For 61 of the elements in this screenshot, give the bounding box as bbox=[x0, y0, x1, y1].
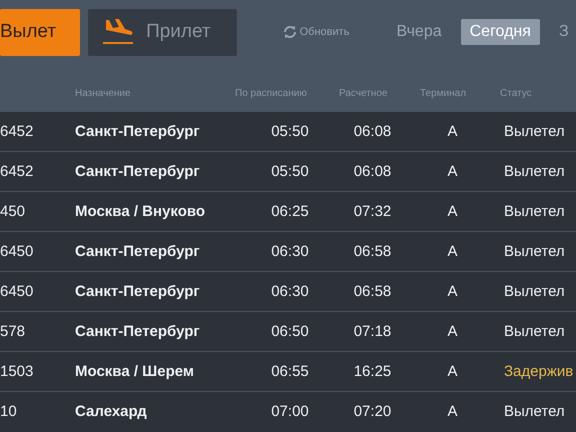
status-cell-text: Вылетел bbox=[503, 283, 566, 300]
estimated-time: 07:20 bbox=[352, 403, 392, 420]
day-tab[interactable]: З bbox=[550, 19, 576, 46]
estimated-time: 06:58 bbox=[352, 283, 392, 300]
flight-number: 10 bbox=[0, 403, 18, 420]
terminal-cell-text: A bbox=[446, 123, 458, 140]
destination-cell-text: Санкт-Петербург bbox=[75, 243, 201, 260]
day-tab[interactable]: Вчера bbox=[387, 19, 451, 46]
destination-cell-text: Санкт-Петербург bbox=[75, 283, 201, 300]
terminal-cell-text: A bbox=[446, 283, 458, 300]
destination-cell-text: Москва / Внуково bbox=[75, 203, 206, 220]
status-cell-text: Вылетел bbox=[503, 323, 566, 340]
estimated-time: 06:08 bbox=[352, 163, 392, 180]
scheduled-time: 05:50 bbox=[270, 123, 310, 140]
destination-cell-text: Санкт-Петербург bbox=[75, 323, 201, 340]
terminal-cell-text: A bbox=[446, 323, 458, 340]
flight-number: 6452 bbox=[0, 123, 34, 140]
status-cell-text: Вылетел bbox=[503, 123, 566, 140]
scheduled-time: 06:50 bbox=[270, 323, 310, 340]
column-header: Статус bbox=[500, 88, 533, 99]
flight-number: 1503 bbox=[0, 363, 34, 380]
scheduled-time: 06:55 bbox=[270, 363, 310, 380]
scheduled-time: 06:25 bbox=[270, 203, 310, 220]
status-cell-text: Вылетел bbox=[503, 403, 566, 420]
status-cell-text: Вылетел bbox=[503, 163, 566, 180]
flight-number: 6452 bbox=[0, 163, 34, 180]
scheduled-time: 06:30 bbox=[270, 243, 310, 260]
terminal-cell-text: A bbox=[446, 403, 458, 420]
direction-tab[interactable]: Прилет bbox=[88, 8, 237, 56]
flight-number: 6450 bbox=[0, 283, 34, 300]
scheduled-time: 06:30 bbox=[270, 283, 310, 300]
destination-cell-text: Санкт-Петербург bbox=[75, 163, 201, 180]
terminal-cell-text: A bbox=[446, 163, 458, 180]
estimated-time: 07:32 bbox=[352, 203, 392, 220]
refresh-icon bbox=[282, 25, 297, 40]
status-cell-text: Вылетел bbox=[503, 203, 566, 220]
column-header: Расчетное bbox=[339, 88, 388, 99]
refresh-button[interactable]: Обновить bbox=[282, 25, 350, 40]
column-header: Терминал bbox=[420, 88, 468, 99]
plane-icon bbox=[102, 18, 134, 46]
direction-tab[interactable]: Вылет bbox=[0, 8, 80, 56]
flight-number: 578 bbox=[0, 323, 26, 340]
flight-number: 6450 bbox=[0, 243, 34, 260]
terminal-cell-text: A bbox=[446, 203, 458, 220]
flight-number: 450 bbox=[0, 203, 26, 220]
destination-cell-text: Салехард bbox=[75, 403, 148, 420]
terminal-cell-text: A bbox=[446, 243, 458, 260]
destination-cell-text: Москва / Шерем bbox=[75, 363, 195, 380]
day-tab[interactable]: Сегодня bbox=[460, 19, 540, 46]
status-cell-text: Вылетел bbox=[503, 243, 566, 260]
terminal-cell-text: A bbox=[446, 363, 458, 380]
estimated-time: 06:08 bbox=[352, 123, 392, 140]
estimated-time: 16:25 bbox=[352, 363, 392, 380]
column-header: По расписанию bbox=[235, 88, 308, 99]
destination-cell-text: Санкт-Петербург bbox=[75, 123, 201, 140]
scheduled-time: 07:00 bbox=[270, 403, 310, 420]
status-cell-text: Задержив bbox=[503, 363, 574, 380]
column-header: Назначение bbox=[75, 88, 132, 99]
scheduled-time: 05:50 bbox=[270, 163, 310, 180]
estimated-time: 07:18 bbox=[352, 323, 392, 340]
estimated-time: 06:58 bbox=[352, 243, 392, 260]
